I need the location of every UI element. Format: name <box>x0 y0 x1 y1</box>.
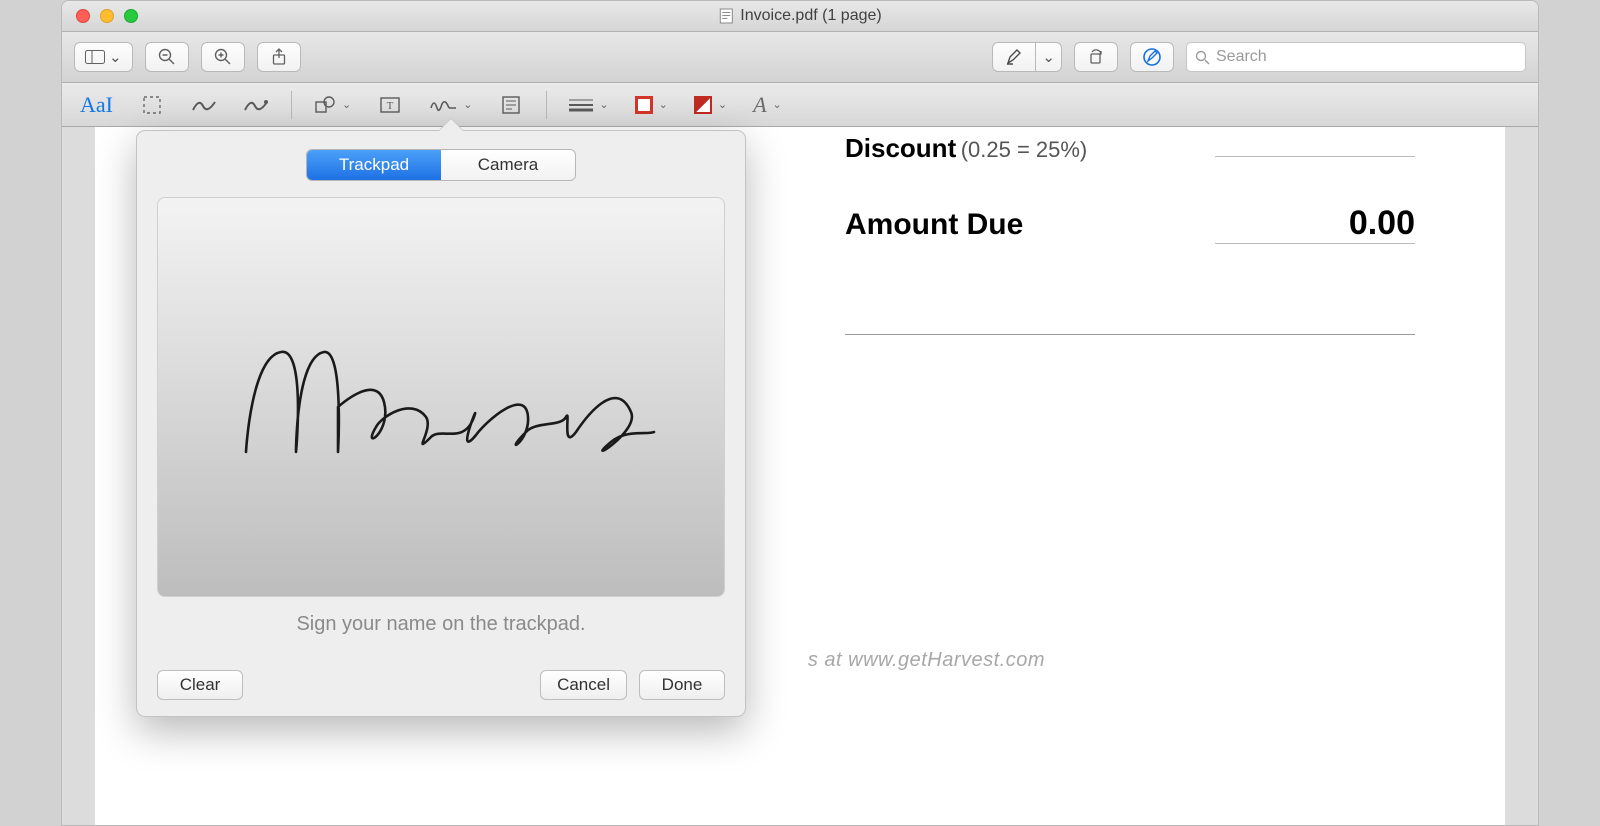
cancel-button[interactable]: Cancel <box>540 670 627 700</box>
zoom-in-button[interactable] <box>201 42 245 72</box>
search-placeholder: Search <box>1216 48 1267 66</box>
border-width-button[interactable]: ⌄ <box>565 90 612 120</box>
amount-due-label: Amount Due <box>845 208 1023 242</box>
highlight-group: ⌄ <box>992 42 1062 72</box>
chevron-down-icon: ⌄ <box>342 98 351 111</box>
invoice-block: Discount (0.25 = 25%) Amount Due 0.00 <box>845 133 1415 335</box>
search-icon <box>1195 50 1210 65</box>
sign-button[interactable]: ⌄ <box>425 90 476 120</box>
footer-text: s at www.getHarvest.com <box>808 649 1045 672</box>
highlight-button[interactable] <box>992 42 1036 72</box>
window-controls <box>62 9 138 23</box>
signature-hint: Sign your name on the trackpad. <box>157 613 725 636</box>
separator <box>291 91 292 119</box>
trackpad-tab[interactable]: Trackpad <box>307 150 441 180</box>
stroke-color-swatch <box>635 96 653 114</box>
chevron-down-icon: ⌄ <box>599 98 608 111</box>
clear-button[interactable]: Clear <box>157 670 243 700</box>
amount-due-row: Amount Due 0.00 <box>845 204 1415 244</box>
camera-tab[interactable]: Camera <box>441 150 575 180</box>
textbox-button[interactable]: T <box>373 90 407 120</box>
stroke-color-button[interactable]: ⌄ <box>631 90 672 120</box>
separator <box>546 91 547 119</box>
discount-row: Discount (0.25 = 25%) <box>845 133 1415 164</box>
signature-drawing <box>226 317 656 477</box>
close-window-button[interactable] <box>76 9 90 23</box>
fill-color-swatch <box>694 96 712 114</box>
chevron-down-icon: ⌄ <box>1042 48 1055 66</box>
chevron-down-icon: ⌄ <box>773 98 782 111</box>
popover-actions: Clear Cancel Done <box>157 670 725 700</box>
chevron-down-icon: ⌄ <box>109 48 122 66</box>
draw-tool-button[interactable] <box>239 90 273 120</box>
markup-toolbar: AaI ⌄ T ⌄ ⌄ ⌄ <box>62 83 1538 127</box>
search-field[interactable]: Search <box>1186 42 1526 72</box>
text-style-button[interactable]: AaI <box>76 90 117 120</box>
signature-pad[interactable] <box>157 197 725 597</box>
sketch-tool-button[interactable] <box>187 90 221 120</box>
discount-label: Discount <box>845 133 956 163</box>
document-icon <box>718 8 734 24</box>
discount-sub: (0.25 = 25%) <box>961 137 1088 162</box>
share-button[interactable] <box>257 42 301 72</box>
discount-value <box>1215 156 1415 157</box>
window-title-text: Invoice.pdf (1 page) <box>740 7 881 25</box>
minimize-window-button[interactable] <box>100 9 114 23</box>
signature-popover: Trackpad Camera Sign your name on the tr… <box>136 130 746 717</box>
amount-due-value: 0.00 <box>1215 204 1415 244</box>
main-toolbar: ⌄ ⌄ Search <box>62 32 1538 83</box>
note-button[interactable] <box>494 90 528 120</box>
divider <box>845 334 1415 335</box>
chevron-down-icon: ⌄ <box>718 98 727 111</box>
signature-source-segment: Trackpad Camera <box>306 149 576 181</box>
font-style-button[interactable]: A ⌄ <box>749 90 786 120</box>
font-icon: A <box>753 92 766 118</box>
fullscreen-window-button[interactable] <box>124 9 138 23</box>
window-title: Invoice.pdf (1 page) <box>718 7 881 25</box>
shapes-button[interactable]: ⌄ <box>310 90 355 120</box>
markup-toggle-button[interactable] <box>1130 42 1174 72</box>
fill-color-button[interactable]: ⌄ <box>690 90 731 120</box>
zoom-out-button[interactable] <box>145 42 189 72</box>
highlight-dropdown-button[interactable]: ⌄ <box>1035 42 1062 72</box>
chevron-down-icon: ⌄ <box>463 98 472 111</box>
sidebar-toggle-button[interactable]: ⌄ <box>74 42 133 72</box>
svg-text:T: T <box>387 100 394 112</box>
done-button[interactable]: Done <box>639 670 725 700</box>
titlebar: Invoice.pdf (1 page) <box>62 1 1538 32</box>
chevron-down-icon: ⌄ <box>659 98 668 111</box>
rotate-button[interactable] <box>1074 42 1118 72</box>
selection-tool-button[interactable] <box>135 90 169 120</box>
